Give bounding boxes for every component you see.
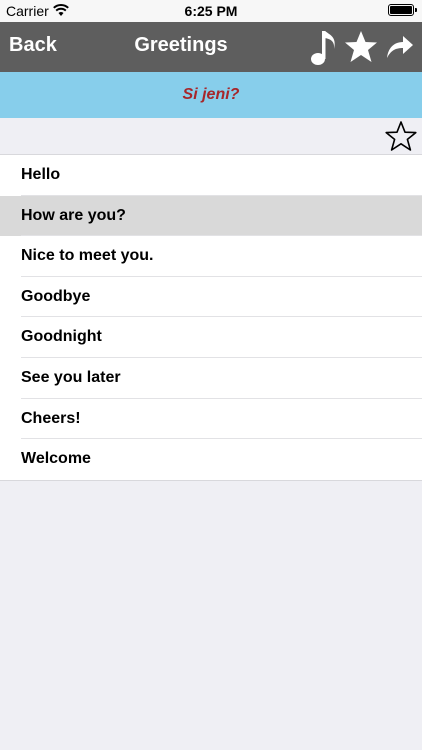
list-item[interactable]: See you later [0, 357, 422, 399]
star-icon[interactable] [344, 30, 378, 64]
favorite-row [0, 118, 422, 154]
list-item-label: See you later [21, 368, 121, 386]
battery-icon [388, 4, 417, 16]
list-item[interactable]: Welcome [0, 439, 422, 480]
list-item[interactable]: How are you? [0, 195, 422, 237]
list-item-label: Hello [21, 166, 61, 183]
star-outline-icon[interactable] [385, 120, 417, 152]
status-time: 6:25 PM [184, 3, 238, 19]
list-item[interactable]: Cheers! [0, 398, 422, 440]
translation-banner: Si jeni? [0, 72, 422, 118]
status-bar: Carrier 6:25 PM [0, 0, 422, 22]
list-item-label: Goodnight [21, 328, 102, 346]
list-item-label: Goodbye [21, 287, 91, 305]
navigation-bar: Back Greetings [0, 22, 422, 72]
list-item-label: Welcome [21, 450, 91, 468]
list-item-label: Nice to meet you. [21, 247, 154, 265]
share-arrow-icon[interactable] [386, 34, 414, 60]
phrase-list: Hello How are you? Nice to meet you. Goo… [0, 154, 422, 481]
list-item[interactable]: Goodbye [0, 276, 422, 318]
list-item[interactable]: Goodnight [0, 317, 422, 358]
list-item[interactable]: Hello [0, 155, 422, 196]
page-title: Greetings [134, 34, 228, 56]
list-item[interactable]: Nice to meet you. [0, 236, 422, 277]
list-item-label: Cheers! [21, 409, 81, 427]
music-note-icon[interactable] [309, 27, 339, 67]
translation-text: Si jeni? [182, 86, 240, 103]
list-item-label: How are you? [21, 206, 126, 224]
